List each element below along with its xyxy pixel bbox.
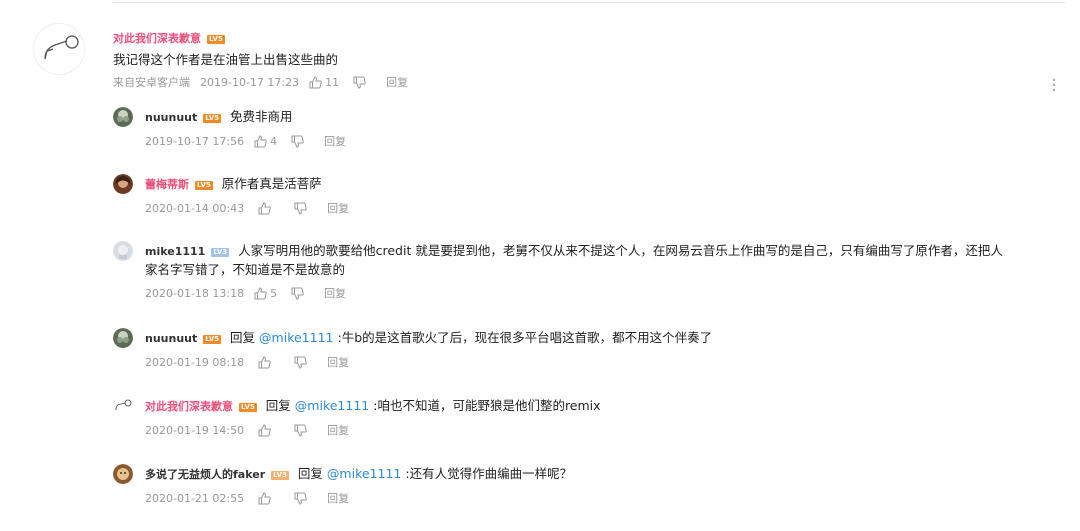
comment-text: 我记得这个作者是在油管上出售这些曲的 <box>113 52 339 67</box>
thumbs-up-icon[interactable] <box>258 201 271 215</box>
user-avatar[interactable] <box>113 241 133 261</box>
reply-prefix: 回复 <box>265 398 291 413</box>
reply-prefix: 回复 <box>297 466 323 481</box>
reply-author[interactable]: 对此我们深表歉意 <box>145 400 233 413</box>
mention-link[interactable]: @mike1111 <box>259 330 333 345</box>
thumbs-down-icon[interactable] <box>291 287 304 300</box>
avatar-sketch-icon <box>33 23 85 75</box>
reply-text: :牛b的是这首歌火了后，现在很多平台唱这首歌，都不用这个伴奏了 <box>337 330 713 345</box>
reply-item: nuunuut LV5 回复 @mike1111 :牛b的是这首歌火了后，现在很多平… <box>113 328 1063 370</box>
reply-time: 2020-01-18 13:18 <box>145 286 245 300</box>
reply-prefix: 回复 <box>230 330 256 345</box>
thumbs-up-icon[interactable] <box>258 423 271 437</box>
thumbs-down-icon[interactable] <box>353 76 366 89</box>
comment-time: 2019-10-17 17:23 <box>200 75 300 89</box>
reply-item: 多说了无益烦人的faker LV3 回复 @mike1111 :还有人觉得作曲编曲一… <box>113 464 1063 506</box>
reply-item: nuunuut LV5 免费非商用 2019-10-17 17:56 4 回复 <box>113 107 1063 149</box>
reply-time: 2020-01-21 02:55 <box>145 491 245 505</box>
reply-item: 蕾梅蒂斯 LV5 原作者真是活菩萨 2020-01-14 00:43 回复 <box>113 174 1063 216</box>
level-badge: LV5 <box>195 181 213 190</box>
more-vertical-icon[interactable] <box>1051 77 1057 93</box>
user-avatar[interactable] <box>33 23 85 75</box>
mention-link[interactable]: @mike1111 <box>295 398 369 413</box>
reply-time: 2020-01-14 00:43 <box>145 201 245 215</box>
reply-button[interactable]: 回复 <box>327 354 349 370</box>
thumbs-down-icon[interactable] <box>294 356 307 369</box>
reply-text: 原作者真是活菩萨 <box>221 176 322 191</box>
reply-time: 2020-01-19 14:50 <box>145 423 245 437</box>
level-badge: LV5 <box>207 35 225 44</box>
reply-item: mike1111 LV3 人家写明用他的歌要给他credit 就是要提到他，老舅不仅… <box>113 241 1063 301</box>
reply-button[interactable]: 回复 <box>327 422 349 438</box>
thumbs-down-icon[interactable] <box>294 492 307 505</box>
user-avatar[interactable] <box>113 174 133 194</box>
level-badge: LV5 <box>239 403 257 412</box>
thumbs-up-icon[interactable] <box>258 491 271 505</box>
like-count: 11 <box>325 75 340 89</box>
reply-button[interactable]: 回复 <box>327 200 349 216</box>
thumbs-up-icon[interactable] <box>254 134 267 148</box>
user-avatar[interactable] <box>113 107 133 127</box>
level-badge: LV5 <box>203 114 222 123</box>
reply-time: 2019-10-17 17:56 <box>145 134 245 148</box>
thumbs-down-icon[interactable] <box>294 202 307 215</box>
comment-source: 来自安卓客户端 <box>113 76 190 89</box>
comment-author[interactable]: 对此我们深表歉意 <box>113 32 201 45</box>
reply-button[interactable]: 回复 <box>327 490 349 506</box>
reply-author[interactable]: nuunuut <box>145 332 197 345</box>
reply-text: 免费非商用 <box>230 109 293 124</box>
like-count: 5 <box>270 286 278 300</box>
top-divider <box>113 2 1065 3</box>
user-avatar[interactable] <box>113 464 133 484</box>
reply-text: :还有人觉得作曲编曲一样呢？ <box>405 466 573 481</box>
reply-item: 对此我们深表歉意 LV5 回复 @mike1111 :咱也不知道，可能野狼是他们整的… <box>113 396 1063 438</box>
thumbs-up-icon[interactable] <box>258 355 271 369</box>
user-avatar[interactable] <box>113 328 133 348</box>
main-comment: 对此我们深表歉意 LV5 我记得这个作者是在油管上出售这些曲的 来自安卓客户端 2… <box>113 27 1063 90</box>
level-badge: LV5 <box>203 335 222 344</box>
thumbs-up-icon[interactable] <box>254 286 267 300</box>
level-badge: LV3 <box>211 248 230 257</box>
reply-author[interactable]: mike1111 <box>145 245 205 258</box>
level-badge: LV3 <box>271 471 289 480</box>
mention-link[interactable]: @mike1111 <box>327 466 401 481</box>
like-count: 4 <box>270 134 278 148</box>
reply-button[interactable]: 回复 <box>324 285 346 301</box>
reply-author[interactable]: 蕾梅蒂斯 <box>145 178 189 191</box>
reply-author[interactable]: nuunuut <box>145 111 197 124</box>
reply-text: 人家写明用他的歌要给他credit 就是要提到他，老舅不仅从来不提这个人，在网易… <box>238 243 1003 258</box>
reply-author[interactable]: 多说了无益烦人的faker <box>145 468 265 481</box>
reply-text: :咱也不知道，可能野狼是他们整的remix <box>373 398 601 413</box>
reply-text-continued: 家名字写错了，不知道是不是故意的 <box>145 262 346 277</box>
reply-button[interactable]: 回复 <box>386 74 408 90</box>
reply-time: 2020-01-19 08:18 <box>145 355 245 369</box>
reply-button[interactable]: 回复 <box>324 133 346 149</box>
thumbs-up-icon[interactable] <box>309 75 322 89</box>
user-avatar[interactable] <box>113 396 133 416</box>
thumbs-down-icon[interactable] <box>294 424 307 437</box>
thumbs-down-icon[interactable] <box>291 135 304 148</box>
